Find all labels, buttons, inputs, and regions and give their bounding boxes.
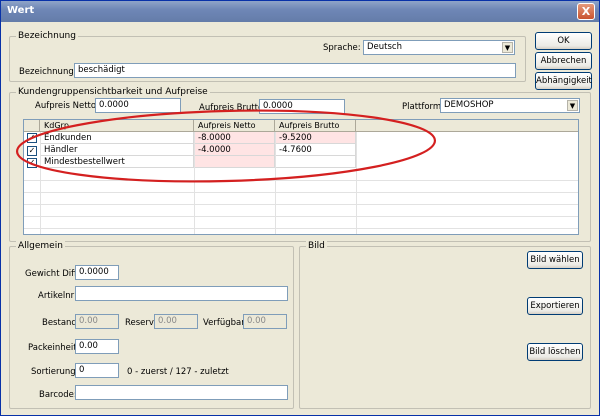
verfuegbar-label: Verfügbar: <box>203 318 248 328</box>
exportieren-button[interactable]: Exportieren <box>527 297 583 315</box>
barcode-label: Barcode: <box>39 390 77 400</box>
allgemein-group-label: Allgemein <box>16 241 65 251</box>
packeinheit-label: Packeinheit: <box>28 343 80 353</box>
sortierung-hint: 0 - zuerst / 127 - zuletzt <box>127 367 229 377</box>
bild-loeschen-button[interactable]: Bild löschen <box>527 343 583 361</box>
barcode-input[interactable] <box>75 385 288 400</box>
gewicht-label: Gewicht Diff.: <box>25 269 83 279</box>
sortierung-label: Sortierung: <box>31 367 79 377</box>
verfuegbar-input: 0.00 <box>243 314 287 329</box>
packeinheit-input[interactable]: 0.00 <box>75 339 119 354</box>
reserv-label: Reserv. <box>125 318 156 328</box>
reserv-input: 0.00 <box>154 314 198 329</box>
bild-waehlen-button[interactable]: Bild wählen <box>527 251 583 269</box>
dialog-window: Wert X Bezeichnung Sprache: Deutsch ▼ Be… <box>0 0 600 416</box>
gewicht-input[interactable]: 0.0000 <box>75 265 119 280</box>
artikelnr-label: Artikelnr: <box>38 291 77 301</box>
bild-group-label: Bild <box>306 241 327 251</box>
bestand-input: 0.00 <box>75 314 119 329</box>
bild-group: Bild <box>299 241 591 409</box>
artikelnr-input[interactable] <box>75 286 288 301</box>
sortierung-input[interactable]: 0 <box>75 363 119 378</box>
